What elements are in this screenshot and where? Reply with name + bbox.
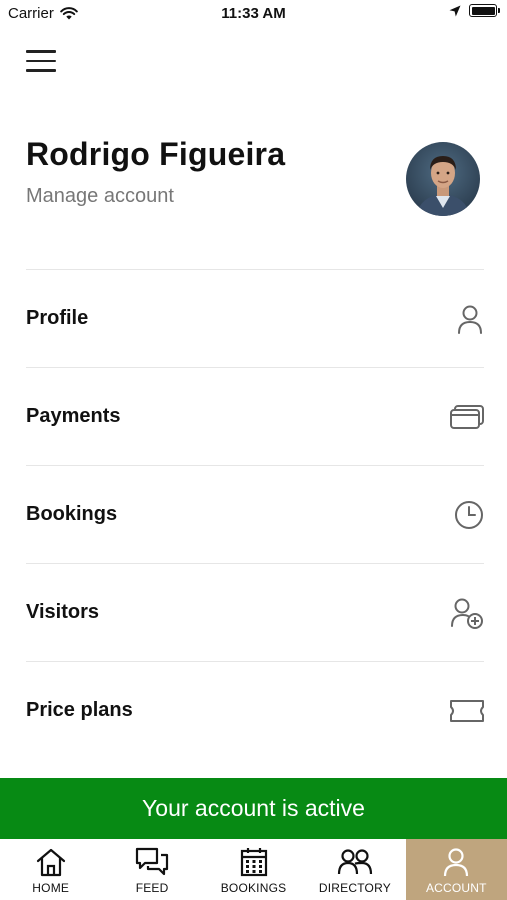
menu-item-payments[interactable]: Payments: [26, 367, 484, 465]
menu-item-label: Payments: [26, 405, 121, 427]
profile-name: Rodrigo Figueira: [26, 136, 286, 172]
hamburger-line: [26, 59, 56, 62]
ticket-icon: [448, 693, 484, 729]
menu-item-label: Price plans: [26, 699, 133, 721]
avatar-photo: [406, 142, 480, 216]
menu-item-profile[interactable]: Profile: [26, 269, 484, 367]
status-bar: Carrier 11:33 AM: [0, 0, 507, 28]
tab-home[interactable]: HOME: [0, 839, 101, 900]
manage-account-link[interactable]: Manage account: [26, 185, 174, 208]
hamburger-line: [26, 69, 56, 72]
tab-label: HOME: [32, 881, 70, 895]
account-status-text: Your account is active: [142, 795, 365, 821]
tab-label: BOOKINGS: [220, 881, 287, 895]
hamburger-menu-button[interactable]: [26, 50, 56, 74]
battery-icon: [469, 4, 500, 17]
tab-account[interactable]: ACCOUNT: [405, 839, 507, 900]
people-icon: [337, 846, 373, 878]
chat-icon: [135, 846, 169, 878]
calendar-icon: [240, 846, 268, 878]
hamburger-line: [26, 50, 56, 53]
bottom-tab-bar: HOME FEED BOOKINGS DIRECTORY ACCOUNT: [0, 839, 507, 900]
menu-item-label: Bookings: [26, 503, 118, 525]
clock-icon: [448, 497, 484, 533]
tab-label: ACCOUNT: [425, 881, 487, 895]
account-icon: [443, 846, 469, 878]
tab-bookings[interactable]: BOOKINGS: [203, 839, 304, 900]
status-time: 11:33 AM: [221, 5, 286, 22]
account-status-banner: Your account is active: [0, 778, 507, 839]
account-menu-list: Profile Payments Bookings Visitors Price…: [26, 269, 484, 759]
tab-directory[interactable]: DIRECTORY: [304, 839, 405, 900]
menu-item-price-plans[interactable]: Price plans: [26, 661, 484, 759]
tab-label: DIRECTORY: [318, 881, 391, 895]
menu-item-label: Visitors: [26, 601, 99, 623]
location-arrow-icon: [449, 5, 461, 16]
cards-icon: [448, 399, 484, 435]
menu-item-bookings[interactable]: Bookings: [26, 465, 484, 563]
menu-item-visitors[interactable]: Visitors: [26, 563, 484, 661]
home-icon: [35, 846, 67, 878]
add-user-icon: [448, 595, 484, 631]
tab-feed[interactable]: FEED: [101, 839, 202, 900]
status-right: [449, 4, 500, 17]
tab-label: FEED: [135, 881, 169, 895]
avatar[interactable]: [406, 142, 480, 216]
user-icon: [448, 301, 484, 337]
menu-item-label: Profile: [26, 307, 89, 329]
